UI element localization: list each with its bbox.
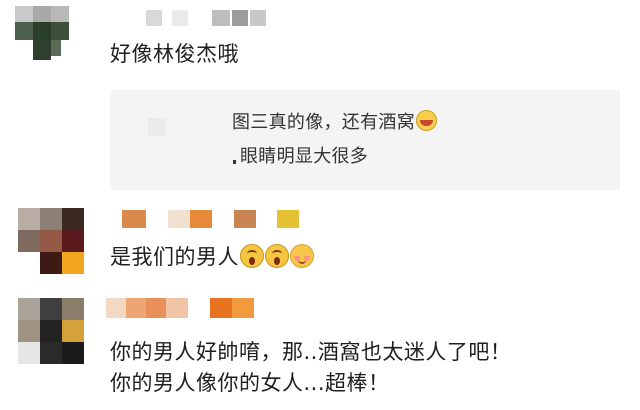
username-pixel xyxy=(234,210,256,228)
avatar-pixel xyxy=(33,22,51,40)
blurred-mark xyxy=(148,118,166,136)
quote-text: 图三真的像，还有酒窝 xyxy=(232,112,415,133)
avatar-pixel xyxy=(15,22,33,40)
avatar-pixel xyxy=(18,320,40,342)
username-pixel xyxy=(168,210,190,228)
avatar-pixel xyxy=(18,208,40,230)
username-pixel xyxy=(172,10,188,26)
comment-text: 你的男人好帥唷，那..酒窩也太迷人了吧！ xyxy=(110,340,512,364)
quoted-reply[interactable]: 图三真的像，还有酒窝 眼睛明显大很多 xyxy=(110,90,620,190)
blushing-face-emoji xyxy=(290,244,314,268)
username-pixel xyxy=(122,210,146,228)
avatar-pixel xyxy=(40,252,62,274)
username-pixel xyxy=(106,298,126,318)
avatar-pixel xyxy=(40,320,62,342)
avatar-pixel xyxy=(40,230,62,252)
quote-line-2: 眼睛明显大很多 xyxy=(240,146,369,167)
username-pixel xyxy=(190,210,212,228)
laughing-tears-emoji xyxy=(416,110,437,131)
username-pixel xyxy=(126,298,146,318)
comment-text: 好像林俊杰哦 xyxy=(110,42,239,66)
comment-text: 是我们的男人 xyxy=(110,244,314,270)
username-pixel xyxy=(146,10,162,26)
username-pixel xyxy=(277,210,299,228)
avatar-pixel xyxy=(62,320,84,342)
username-pixel xyxy=(212,10,230,26)
avatar-pixel xyxy=(15,6,33,22)
avatar-pixel xyxy=(18,298,40,320)
username-pixel xyxy=(146,298,166,318)
avatar-pixel xyxy=(51,40,61,56)
avatar-pixel xyxy=(33,6,51,22)
avatar-pixel xyxy=(62,230,84,252)
avatar-pixel xyxy=(18,342,40,364)
quote-line-1: 图三真的像，还有酒窝 xyxy=(232,110,437,134)
avatar-pixel xyxy=(40,342,62,364)
truncated-mark xyxy=(233,160,236,164)
username-pixel xyxy=(232,10,248,26)
username-pixel xyxy=(250,10,266,26)
avatar-pixel xyxy=(18,230,40,252)
avatar-pixel xyxy=(62,298,84,320)
username-pixel xyxy=(210,298,232,318)
screaming-face-emoji xyxy=(240,244,264,268)
comment-text: 你的男人像你的女人...超棒！ xyxy=(110,371,390,395)
avatar-pixel xyxy=(62,208,84,230)
avatar-pixel xyxy=(33,40,51,60)
avatar-pixel xyxy=(62,252,84,274)
avatar-pixel xyxy=(51,22,69,40)
avatar-pixel xyxy=(51,6,69,22)
username-pixel xyxy=(232,298,254,318)
avatar-pixel xyxy=(40,298,62,320)
screaming-face-emoji xyxy=(265,244,289,268)
avatar-pixel xyxy=(40,208,62,230)
username-pixel xyxy=(166,298,188,318)
comment-text-body: 是我们的男人 xyxy=(110,245,239,269)
avatar-pixel xyxy=(62,342,84,364)
